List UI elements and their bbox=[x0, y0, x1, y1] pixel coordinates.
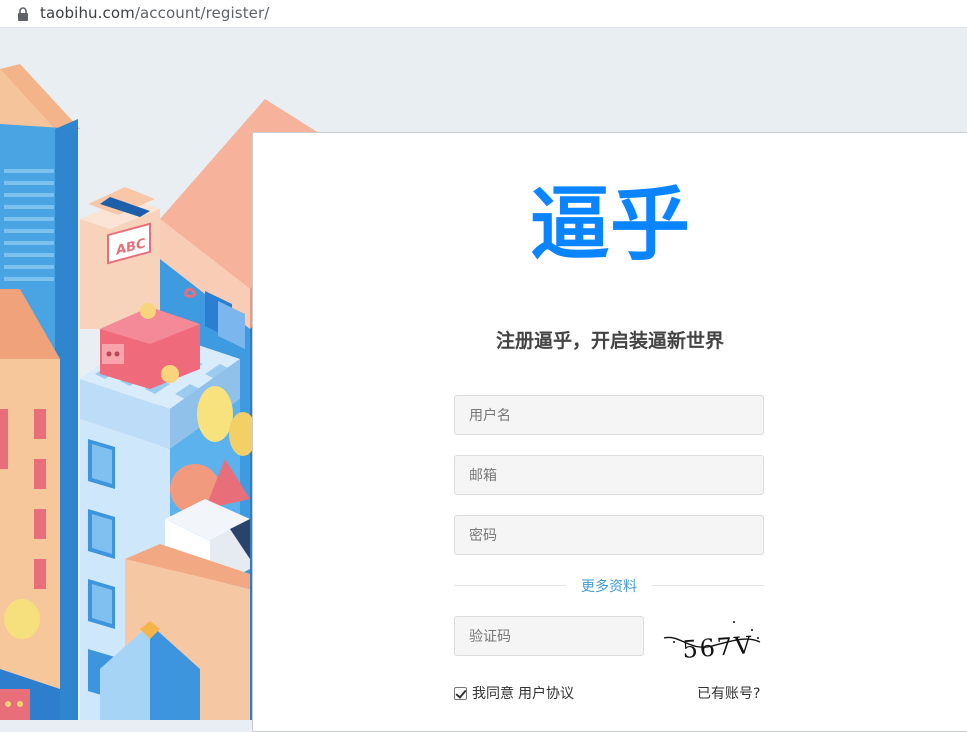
email-placeholder: 邮箱 bbox=[469, 468, 497, 484]
more-info-link[interactable]: 更多资料 bbox=[454, 576, 764, 596]
site-logo[interactable]: 逼乎 bbox=[530, 180, 690, 270]
agree-checkbox[interactable] bbox=[454, 686, 467, 700]
agree-label: 我同意 bbox=[472, 686, 514, 702]
address-bar[interactable]: taobihu.com/account/register/ bbox=[0, 0, 967, 28]
username-placeholder: 用户名 bbox=[469, 408, 511, 424]
url-host: taobihu.com bbox=[40, 4, 135, 22]
captcha-input[interactable]: 验证码 bbox=[454, 616, 644, 656]
captcha-image[interactable]: 567V bbox=[660, 612, 764, 660]
password-placeholder: 密码 bbox=[469, 528, 497, 544]
username-input[interactable]: 用户名 bbox=[454, 395, 764, 435]
url-path: /account/register/ bbox=[134, 4, 270, 22]
captcha-text: 567V bbox=[682, 631, 755, 660]
agree-row: 我同意 用户协议 bbox=[454, 683, 574, 703]
captcha-placeholder: 验证码 bbox=[469, 629, 511, 645]
user-agreement-link[interactable]: 用户协议 bbox=[518, 683, 574, 703]
more-info-divider: 更多资料 bbox=[454, 579, 764, 595]
password-input[interactable]: 密码 bbox=[454, 515, 764, 555]
have-account-link[interactable]: 已有账号? bbox=[697, 683, 760, 703]
lock-icon bbox=[18, 7, 28, 21]
url-text[interactable]: taobihu.com/account/register/ bbox=[40, 4, 269, 22]
email-input[interactable]: 邮箱 bbox=[454, 455, 764, 495]
register-subtitle: 注册逼乎，开启装逼新世界 bbox=[495, 330, 724, 352]
